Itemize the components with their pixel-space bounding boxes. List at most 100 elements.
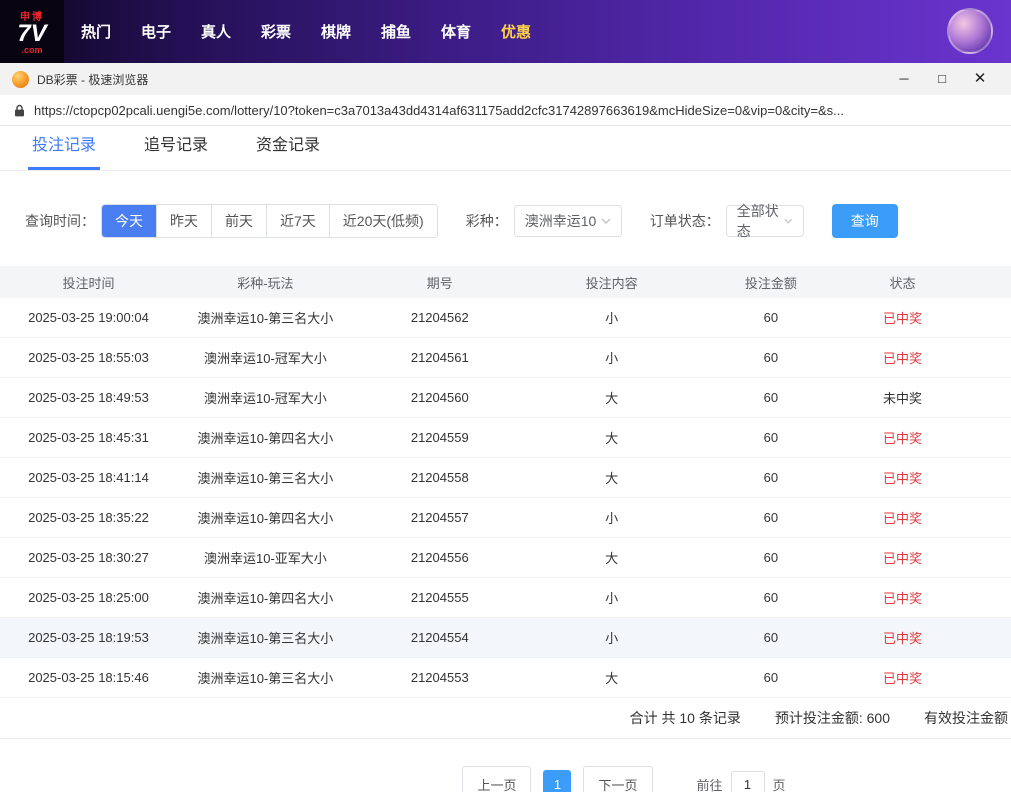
- address-url[interactable]: https://ctopcp02pcali.uengi5e.com/lotter…: [34, 103, 844, 118]
- table-row: 2025-03-25 18:55:03 澳洲幸运10-冠军大小 21204561…: [0, 338, 1011, 378]
- cell-bet-content: 大: [605, 471, 619, 486]
- browser-titlebar[interactable]: DB彩票 - 极速浏览器 ─ □ ✕: [0, 63, 1011, 95]
- search-button[interactable]: 查询: [831, 204, 898, 238]
- cell-bet-content: 大: [605, 551, 619, 566]
- table-header-row: 投注时间 彩种-玩法 期号 投注内容 投注金额 状态: [0, 266, 1011, 298]
- cell-bet-content: 小: [605, 511, 619, 526]
- cell-game-play: 澳洲幸运10-第四名大小: [197, 431, 334, 446]
- page-content: 投注记录 追号记录 资金记录 查询时间： 今天 昨天 前天 近7天 近20天(低…: [0, 126, 1011, 792]
- goto-page-label: 前往: [696, 778, 723, 792]
- cell-issue-number: 21204555: [410, 590, 469, 605]
- cell-bet-time: 2025-03-25 18:25:00: [28, 590, 149, 605]
- time-range-button[interactable]: 昨天: [156, 205, 211, 237]
- window-title: DB彩票 - 极速浏览器: [37, 72, 149, 87]
- prev-page-button[interactable]: 上一页: [462, 766, 532, 792]
- chevron-down-icon: [784, 218, 793, 224]
- nav-menu-item[interactable]: 电子: [126, 21, 186, 42]
- table-row: 2025-03-25 18:41:14 澳洲幸运10-第三名大小 2120455…: [0, 458, 1011, 498]
- record-tab[interactable]: 投注记录: [28, 131, 101, 170]
- nav-menu-item[interactable]: 彩票: [246, 21, 306, 42]
- cell-game-play: 澳洲幸运10-冠军大小: [203, 351, 327, 366]
- lottery-select-value: 澳洲幸运10: [524, 213, 597, 229]
- cell-status: 已中奖: [883, 311, 923, 326]
- cell-bet-time: 2025-03-25 18:35:22: [28, 510, 149, 525]
- nav-menu-item[interactable]: 真人: [186, 21, 246, 42]
- summary-valid-amount: 有效投注金额: [924, 710, 1008, 726]
- url-bar[interactable]: https://ctopcp02pcali.uengi5e.com/lotter…: [0, 95, 1011, 126]
- nav-menu-item[interactable]: 体育: [426, 21, 486, 42]
- table-row: 2025-03-25 18:35:22 澳洲幸运10-第四名大小 2120455…: [0, 498, 1011, 538]
- minimize-icon[interactable]: ─: [885, 63, 923, 95]
- cell-issue-number: 21204553: [410, 670, 469, 685]
- goto-page-suffix: 页: [772, 778, 786, 792]
- cell-game-play: 澳洲幸运10-第三名大小: [197, 311, 334, 326]
- cell-bet-time: 2025-03-25 18:15:46: [28, 670, 149, 685]
- current-page-button[interactable]: 1: [543, 769, 572, 792]
- close-icon[interactable]: ✕: [961, 63, 999, 95]
- logo-suffix-text: .com: [21, 44, 43, 55]
- cell-bet-amount: 60: [763, 550, 779, 565]
- pagination: 上一页 1 下一页 前往 页: [0, 766, 1011, 792]
- nav-menu-item[interactable]: 热门: [66, 21, 126, 42]
- order-status-select[interactable]: 全部状态: [725, 203, 804, 239]
- cell-bet-content: 小: [605, 631, 619, 646]
- cell-bet-amount: 60: [763, 590, 779, 605]
- lottery-select[interactable]: 澳洲幸运10: [513, 205, 622, 237]
- cell-bet-amount: 60: [763, 630, 779, 645]
- next-page-button[interactable]: 下一页: [583, 766, 653, 792]
- time-range-button[interactable]: 近20天(低频): [328, 205, 437, 237]
- chevron-down-icon: [601, 218, 611, 224]
- time-range-button[interactable]: 今天: [102, 205, 156, 237]
- window-controls: ─ □ ✕: [885, 63, 999, 95]
- time-range-button[interactable]: 近7天: [266, 205, 329, 237]
- cell-bet-content: 小: [605, 591, 619, 606]
- cell-bet-time: 2025-03-25 18:45:31: [28, 430, 149, 445]
- goto-page-input[interactable]: [730, 770, 765, 792]
- record-tab[interactable]: 追号记录: [140, 131, 212, 170]
- cell-issue-number: 21204556: [410, 550, 469, 565]
- cell-status: 已中奖: [883, 591, 923, 606]
- bet-records-table: 投注时间 彩种-玩法 期号 投注内容 投注金额 状态 2025-03-25 19…: [0, 266, 1011, 698]
- browser-favicon-icon: [12, 70, 29, 88]
- cell-game-play: 澳洲幸运10-第四名大小: [197, 591, 334, 606]
- cell-bet-amount: 60: [763, 470, 779, 485]
- cell-bet-time: 2025-03-25 19:00:04: [28, 310, 149, 325]
- maximize-icon[interactable]: □: [923, 63, 961, 95]
- user-avatar[interactable]: [947, 8, 993, 54]
- time-range-button[interactable]: 前天: [211, 205, 266, 237]
- table-header-cell: 投注金额: [744, 275, 797, 291]
- cell-bet-time: 2025-03-25 18:55:03: [28, 350, 149, 365]
- cell-bet-amount: 60: [763, 310, 779, 325]
- query-time-label: 查询时间：: [25, 213, 95, 229]
- logo-main-text: 7V: [17, 20, 47, 48]
- cell-bet-content: 大: [605, 671, 619, 686]
- table-header-cell: 彩种-玩法: [237, 275, 294, 291]
- table-row: 2025-03-25 18:30:27 澳洲幸运10-亚军大小 21204556…: [0, 538, 1011, 578]
- cell-game-play: 澳洲幸运10-冠军大小: [203, 391, 327, 406]
- cell-bet-amount: 60: [763, 350, 779, 365]
- cell-status: 已中奖: [883, 631, 923, 646]
- table-body: 2025-03-25 19:00:04 澳洲幸运10-第三名大小 2120456…: [0, 298, 1011, 698]
- table-row: 2025-03-25 18:49:53 澳洲幸运10-冠军大小 21204560…: [0, 378, 1011, 418]
- summary-total: 合计 共 10 条记录: [629, 710, 741, 726]
- nav-menu-item[interactable]: 捕鱼: [366, 21, 426, 42]
- table-header-cell: 期号: [426, 275, 453, 291]
- site-logo[interactable]: 申博 7V .com: [0, 0, 64, 63]
- record-tabs: 投注记录 追号记录 资金记录: [0, 126, 1011, 171]
- cell-bet-content: 大: [605, 431, 619, 446]
- record-tab[interactable]: 资金记录: [252, 131, 324, 170]
- cell-bet-time: 2025-03-25 18:49:53: [28, 390, 149, 405]
- cell-game-play: 澳洲幸运10-第三名大小: [197, 631, 334, 646]
- nav-menu-item[interactable]: 棋牌: [306, 21, 366, 42]
- cell-bet-amount: 60: [763, 510, 779, 525]
- cell-game-play: 澳洲幸运10-第三名大小: [197, 471, 334, 486]
- cell-status: 已中奖: [883, 671, 923, 686]
- nav-menu-item[interactable]: 优惠: [486, 21, 546, 42]
- lock-icon[interactable]: [14, 104, 25, 117]
- table-header-cell: 投注时间: [62, 275, 115, 291]
- cell-status: 已中奖: [883, 431, 923, 446]
- cell-bet-time: 2025-03-25 18:41:14: [28, 470, 149, 485]
- cell-status: 未中奖: [883, 391, 923, 406]
- filter-bar: 查询时间： 今天 昨天 前天 近7天 近20天(低频) 彩种： 澳洲幸运10 订…: [25, 203, 1011, 239]
- cell-bet-time: 2025-03-25 18:19:53: [28, 630, 149, 645]
